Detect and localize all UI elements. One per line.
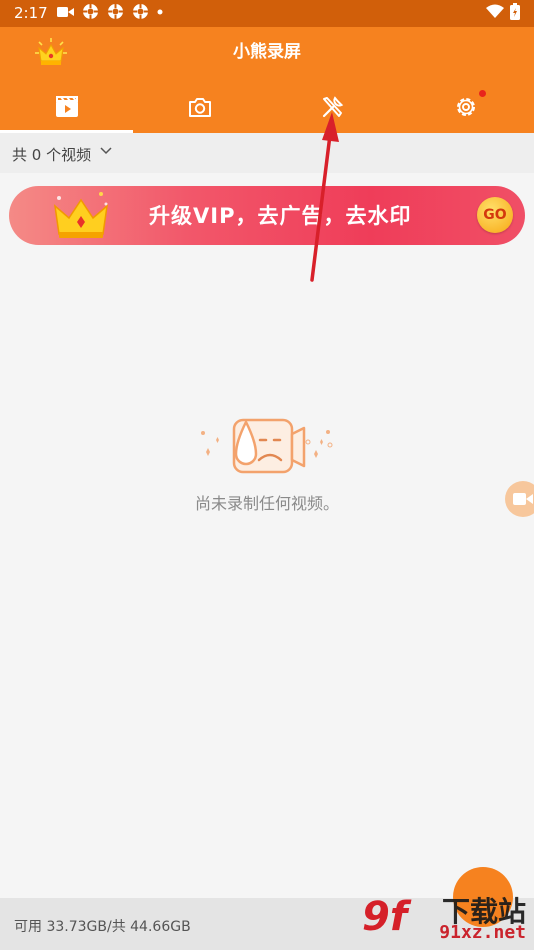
dot-icon	[157, 9, 163, 14]
settings-icon	[456, 98, 475, 116]
tab-screenshots[interactable]	[133, 81, 266, 133]
app-notification-icon	[108, 4, 123, 19]
video-count-label: 共 0 个视频	[12, 146, 92, 164]
status-bar: 2:17	[0, 0, 534, 27]
site-watermark: 9f 下载站 91xz.net	[362, 890, 532, 950]
wifi-icon	[486, 4, 504, 18]
vip-upgrade-banner[interactable]: 升级VIP，去广告，去水印 GO	[9, 186, 525, 245]
video-list-icon	[55, 96, 78, 117]
storage-info: 可用 33.73GB/共 44.66GB	[14, 919, 191, 935]
tab-settings[interactable]	[399, 81, 532, 133]
status-time: 2:17	[14, 4, 48, 22]
video-camera-icon	[513, 493, 533, 505]
vip-crown-icon	[53, 192, 109, 238]
battery-icon	[510, 3, 520, 20]
tab-tools[interactable]	[266, 81, 399, 133]
watermark-url: 91xz.net	[439, 922, 526, 943]
app-notification-icon	[83, 4, 98, 19]
app-notification-icon	[133, 4, 148, 19]
watermark-logo: 9f	[362, 894, 408, 940]
floating-record-button[interactable]	[505, 481, 534, 517]
app-bar: 小熊录屏	[0, 27, 534, 133]
empty-video-illustration	[201, 418, 333, 474]
video-camera-icon	[57, 6, 74, 17]
camera-icon	[188, 97, 211, 117]
video-count-filter[interactable]: 共 0 个视频	[0, 133, 534, 173]
app-title: 小熊录屏	[233, 42, 301, 62]
empty-state-message: 尚未录制任何视频。	[194, 494, 339, 513]
tab-videos[interactable]	[0, 81, 133, 133]
chevron-down-icon	[100, 147, 112, 155]
go-button[interactable]: GO	[477, 197, 513, 233]
tools-icon	[322, 96, 343, 118]
settings-badge-dot	[479, 90, 486, 97]
vip-banner-text: 升级VIP，去广告，去水印	[149, 204, 412, 228]
